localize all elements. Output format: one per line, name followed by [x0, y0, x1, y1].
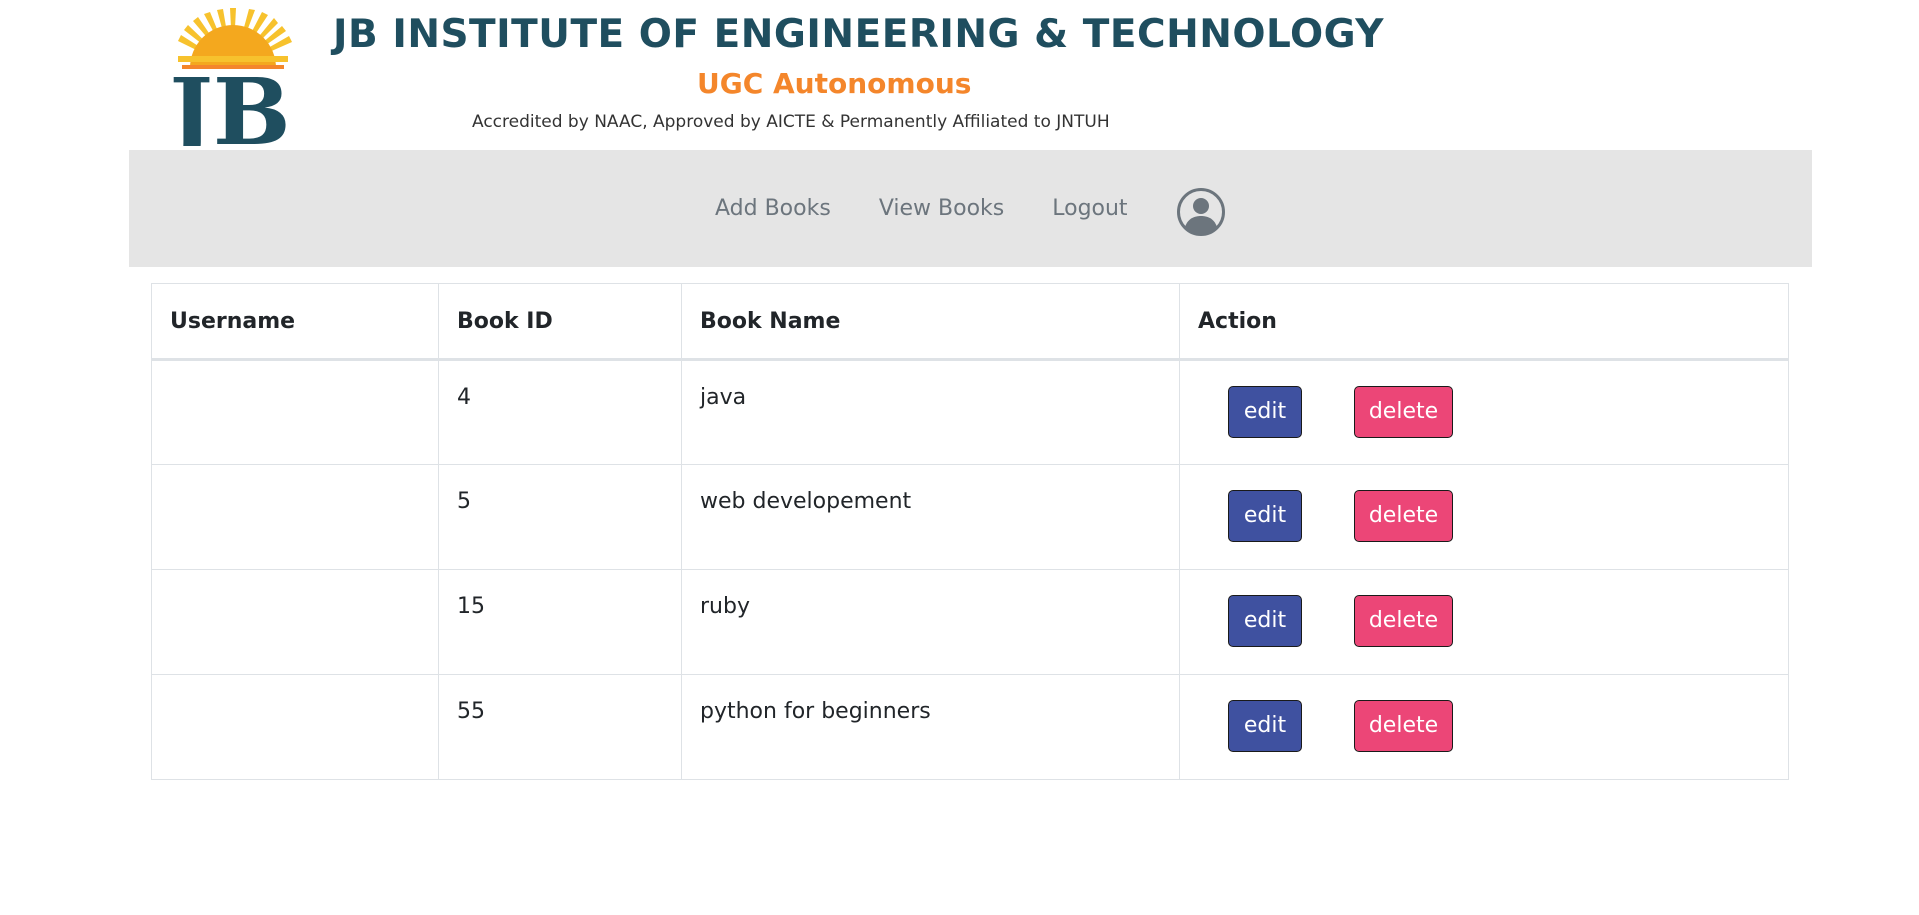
cell-book-name: web developement: [681, 464, 1180, 570]
institution-status: UGC Autonomous: [697, 67, 972, 100]
nav-view-books[interactable]: View Books: [879, 196, 1004, 221]
delete-button[interactable]: delete: [1354, 490, 1453, 542]
edit-button[interactable]: edit: [1228, 386, 1302, 438]
header-username: Username: [151, 283, 439, 361]
institution-banner: JB JB INSTITUTE OF ENGINEERING & TECHNOL…: [160, 0, 1384, 150]
institution-name: JB INSTITUTE OF ENGINEERING & TECHNOLOGY: [333, 12, 1385, 57]
table-header-row: Username Book ID Book Name Action: [151, 283, 1789, 361]
cell-book-id: 55: [438, 674, 682, 780]
nav-links: Add Books View Books Logout: [715, 150, 1226, 267]
cell-book-id: 4: [438, 359, 682, 465]
header-book-id: Book ID: [438, 283, 682, 361]
cell-book-id: 15: [438, 569, 682, 675]
navbar: Add Books View Books Logout: [129, 150, 1812, 267]
cell-username: [151, 674, 439, 780]
sunrise-logo-icon: JB: [168, 8, 292, 146]
table-row: 5 web developement edit delete: [151, 464, 1789, 570]
edit-button[interactable]: edit: [1228, 595, 1302, 647]
user-circle-icon[interactable]: [1176, 187, 1226, 237]
edit-button[interactable]: edit: [1228, 490, 1302, 542]
cell-username: [151, 359, 439, 465]
cell-username: [151, 569, 439, 675]
cell-actions: edit delete: [1179, 569, 1789, 675]
cell-actions: edit delete: [1179, 359, 1789, 465]
logo-text: JB: [168, 58, 291, 146]
cell-book-id: 5: [438, 464, 682, 570]
nav-add-books[interactable]: Add Books: [715, 196, 831, 221]
header-book-name: Book Name: [681, 283, 1180, 361]
table-row: 15 ruby edit delete: [151, 569, 1789, 675]
cell-book-name: java: [681, 359, 1180, 465]
header-action: Action: [1179, 283, 1789, 361]
accreditation-text: Accredited by NAAC, Approved by AICTE & …: [472, 112, 1110, 132]
delete-button[interactable]: delete: [1354, 595, 1453, 647]
table-row: 55 python for beginners edit delete: [151, 674, 1789, 780]
table-row: 4 java edit delete: [151, 359, 1789, 465]
delete-button[interactable]: delete: [1354, 700, 1453, 752]
cell-actions: edit delete: [1179, 674, 1789, 780]
edit-button[interactable]: edit: [1228, 700, 1302, 752]
delete-button[interactable]: delete: [1354, 386, 1453, 438]
books-table-container: Username Book ID Book Name Action 4 java…: [151, 283, 1789, 780]
cell-actions: edit delete: [1179, 464, 1789, 570]
cell-book-name: ruby: [681, 569, 1180, 675]
cell-username: [151, 464, 439, 570]
page: JB JB INSTITUTE OF ENGINEERING & TECHNOL…: [0, 0, 1919, 915]
cell-book-name: python for beginners: [681, 674, 1180, 780]
nav-logout[interactable]: Logout: [1052, 196, 1127, 221]
books-table: Username Book ID Book Name Action 4 java…: [151, 283, 1789, 780]
